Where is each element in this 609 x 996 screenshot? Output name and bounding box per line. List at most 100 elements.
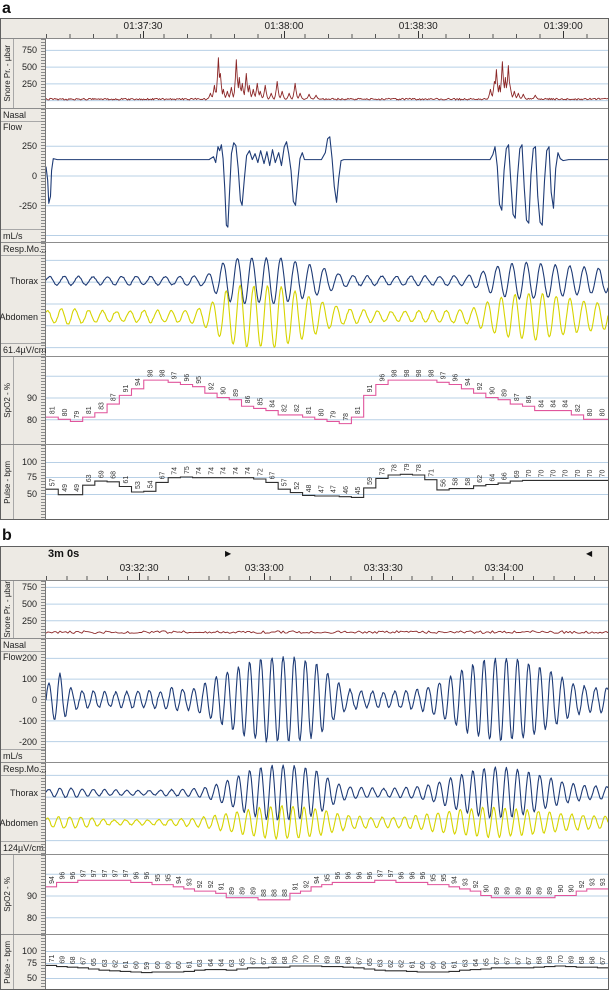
value-annotation: 69: [99, 470, 106, 478]
scale-label: 0: [31, 171, 37, 181]
value-annotation: 60: [420, 961, 427, 969]
value-annotation: 68: [111, 471, 118, 479]
value-annotation: 68: [271, 956, 278, 964]
value-annotation: 64: [473, 959, 480, 967]
marker-right-icon[interactable]: ▶: [225, 549, 231, 559]
value-annotation: 60: [176, 961, 183, 969]
value-annotation: 92: [208, 880, 215, 888]
epoch-row: 3m 0s ▶ ◀: [1, 547, 608, 562]
value-annotation: 95: [441, 874, 448, 882]
value-annotation: 94: [465, 378, 472, 386]
value-annotation: 68: [346, 956, 353, 964]
value-annotation: 97: [123, 869, 130, 877]
value-annotation: 82: [282, 404, 289, 412]
channel-pulse-a: Pulse - bpm 100 75 50 57 49 49 63 69 68 61 53 54 67…: [1, 445, 608, 519]
value-annotation: 96: [59, 872, 66, 880]
channel-label-nasal-flow: Nasal Flow: [1, 639, 45, 662]
channel-label-nasal-flow: Nasal Flow: [1, 109, 45, 132]
value-annotation: 94: [176, 876, 183, 884]
value-annotation: 90: [558, 885, 565, 893]
value-annotation: 70: [587, 470, 594, 478]
resp-traces-b: [46, 764, 608, 842]
value-annotation: 93: [600, 878, 607, 886]
value-annotation: 68: [590, 956, 597, 964]
major-tick: [383, 573, 385, 580]
nasal-flow-trace-a: [46, 136, 608, 237]
unit-label-uvcm: 124µV/cm: [1, 841, 45, 854]
value-annotation: 69: [59, 956, 66, 964]
scale-label: -200: [18, 737, 37, 747]
value-annotation: 84: [550, 400, 557, 408]
value-annotation: 63: [86, 474, 93, 482]
value-annotation: 67: [250, 957, 257, 965]
value-annotation: 62: [388, 960, 395, 968]
value-annotation: 72: [257, 468, 264, 476]
value-annotation: 95: [196, 376, 203, 384]
scale-label: 500: [21, 599, 37, 609]
value-annotation: 70: [293, 955, 300, 963]
value-annotation: 74: [221, 467, 228, 475]
value-annotation: 71: [49, 955, 56, 963]
scale-label: 100: [21, 457, 37, 467]
snore-trace-b: [46, 586, 608, 634]
value-annotation: 78: [416, 464, 423, 472]
value-annotation: 67: [494, 957, 501, 965]
value-annotation: 78: [392, 464, 399, 472]
time-header-b: 3m 0s ▶ ◀ 03:32:30 03:33:00 03:33:30 03:34:0…: [1, 547, 608, 581]
vertical-ruler-icon: [41, 581, 45, 638]
value-annotation: 62: [112, 960, 119, 968]
value-annotation: 89: [526, 887, 533, 895]
major-tick: [264, 573, 266, 580]
value-annotation: 89: [240, 887, 247, 895]
value-annotation: 81: [50, 406, 57, 414]
value-annotation: 94: [314, 876, 321, 884]
vertical-ruler-icon: [41, 357, 45, 444]
scale-label: 90: [26, 393, 37, 403]
value-annotation: 91: [123, 385, 130, 393]
value-annotation: 97: [102, 869, 109, 877]
value-annotation: 79: [331, 411, 338, 419]
value-annotation: 67: [81, 957, 88, 965]
value-annotation: 97: [441, 372, 448, 380]
value-annotation: 64: [489, 474, 496, 482]
pulse-trace-b: 71 69 68 67 65 63 62 61 60 59 60 60 60 61 63 64 64 63 65 67…: [46, 951, 608, 979]
value-annotation: 74: [233, 467, 240, 475]
value-annotation: 86: [245, 395, 252, 403]
major-tick: [418, 31, 420, 38]
value-annotation: 74: [172, 467, 179, 475]
value-annotation: 68: [70, 956, 77, 964]
value-annotation: 65: [367, 958, 374, 966]
value-annotation: 63: [197, 959, 204, 967]
value-annotation: 95: [165, 874, 172, 882]
value-annotation: 96: [356, 872, 363, 880]
scale-label: 500: [21, 62, 37, 72]
scale-label: 200: [21, 653, 37, 663]
pulse-trace-a: 57 49 49 63 69 68 61 53 54 67 74 75 74 74 74 74 74 72 67 57…: [46, 462, 608, 498]
channel-label-resp: Resp.Mo...: [1, 763, 47, 776]
value-annotation: 93: [187, 878, 194, 886]
marker-left-icon[interactable]: ◀: [586, 549, 592, 559]
value-annotation: 92: [197, 880, 204, 888]
scale-label: 75: [26, 958, 37, 968]
value-annotation: 98: [416, 369, 423, 377]
value-annotation: 61: [409, 961, 416, 969]
value-annotation: 89: [494, 887, 501, 895]
value-annotation: 61: [123, 961, 130, 969]
value-annotation: 49: [74, 484, 81, 492]
value-annotation: 85: [257, 398, 264, 406]
value-annotation: 83: [98, 402, 105, 410]
value-annotation: 96: [367, 872, 374, 880]
value-annotation: 46: [343, 486, 350, 494]
panel-a: 01:37:30 01:38:00 01:38:30 01:39:00 Snore P…: [0, 18, 609, 520]
value-annotation: 70: [599, 470, 606, 478]
channel-label-snore: Snore Pr. - µbar: [1, 581, 14, 638]
trace-label-thorax: Thorax: [9, 276, 38, 286]
value-annotation: 87: [514, 393, 521, 401]
value-annotation: 78: [343, 413, 350, 421]
value-annotation: 67: [160, 472, 167, 480]
major-tick: [143, 31, 144, 38]
value-annotation: 97: [81, 869, 88, 877]
value-annotation: 92: [579, 880, 586, 888]
value-annotation: 67: [515, 957, 522, 965]
value-annotation: 97: [377, 869, 384, 877]
